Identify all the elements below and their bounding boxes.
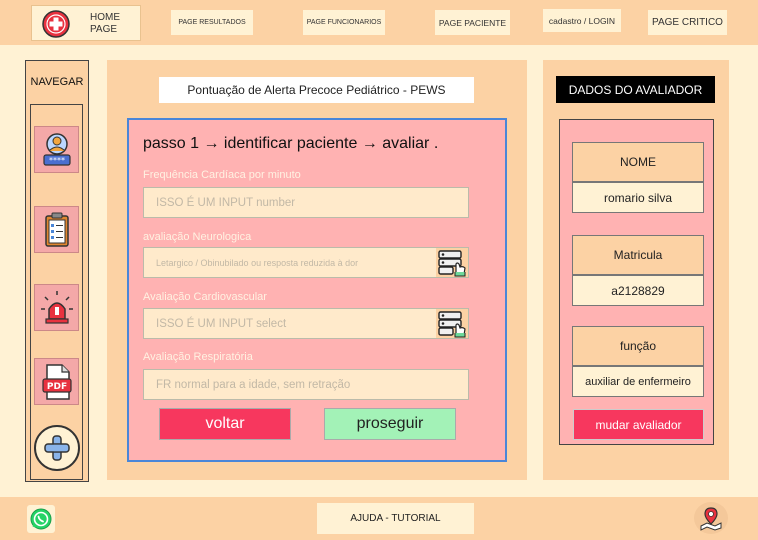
back-button[interactable]: voltar [159,408,291,440]
sidebar-title: NAVEGAR [26,61,88,103]
registration-label: Matricula [572,235,704,275]
bottom-bar: AJUDA - TUTORIAL [0,497,758,540]
role-value: auxiliar de enfermeiro [572,366,704,397]
plus-icon [44,435,70,461]
cardio-select-value: ISSO É UM INPUT select [156,317,287,330]
sidebar-item-user[interactable]: **** [34,126,79,173]
help-tutorial-button[interactable]: AJUDA - TUTORIAL [317,503,474,534]
whatsapp-button[interactable] [27,505,55,533]
sidebar-item-add[interactable] [34,425,80,471]
next-button[interactable]: proseguir [324,408,456,440]
neuro-label: avaliação Neurologica [143,231,252,243]
home-label-line1: HOME [90,12,120,23]
evaluator-title: DADOS DO AVALIADOR [556,76,715,103]
name-value: romario silva [572,182,704,213]
cardio-select[interactable]: ISSO É UM INPUT select [143,308,469,339]
user-password-icon: **** [42,132,71,166]
main-panel: Pontuação de Alerta Precoce Pediátrico -… [107,60,527,480]
medical-cross-icon [42,10,70,38]
change-evaluator-button[interactable]: mudar avaliador [573,409,704,440]
home-page-button[interactable]: HOME PAGE [31,5,141,41]
heart-rate-input[interactable]: ISSO É UM INPUT number [143,187,469,218]
clipboard-icon [44,212,69,247]
sidebar: NAVEGAR **** PDF [25,60,89,482]
sidebar-item-alarm[interactable] [34,284,79,331]
sidebar-item-pdf[interactable]: PDF [34,358,79,405]
registration-value: a2128829 [572,275,704,306]
pdf-icon: PDF [41,363,72,400]
alarm-siren-icon [40,290,73,324]
server-click-icon[interactable] [436,248,468,277]
map-pin-icon [700,507,722,531]
step-indicator: passo 1 → identificar paciente → avaliar… [143,135,439,152]
sidebar-menu: **** PDF [30,104,83,480]
server-click-icon[interactable] [436,309,468,338]
sidebar-item-clipboard[interactable] [34,206,79,253]
nav-page-resultados[interactable]: PAGE RESULTADOS [171,10,253,35]
location-button[interactable] [694,502,728,534]
evaluator-panel: DADOS DO AVALIADOR NOME romario silva Ma… [543,60,729,480]
nav-cadastro-login[interactable]: cadastro / LOGIN [543,9,621,32]
whatsapp-icon [30,508,52,530]
nav-page-paciente[interactable]: PAGE PACIENTE [435,10,510,35]
neuro-select[interactable]: Letargico / Obinubilado ou resposta redu… [143,247,469,278]
heart-rate-label: Frequência Cardíaca por minuto [143,169,301,181]
page-title: Pontuação de Alerta Precoce Pediátrico -… [159,77,474,103]
home-label-line2: PAGE [90,24,118,35]
svg-text:****: **** [49,156,65,165]
respiratory-label: Avaliação Respiratória [143,351,253,363]
evaluator-card: NOME romario silva Matricula a2128829 fu… [559,119,714,445]
pews-form: passo 1 → identificar paciente → avaliar… [127,118,507,462]
svg-text:PDF: PDF [46,382,66,392]
respiratory-input[interactable]: FR normal para a idade, sem retração [143,369,469,400]
name-label: NOME [572,142,704,182]
role-label: função [572,326,704,366]
top-bar: HOME PAGE PAGE RESULTADOS PAGE FUNCIONAR… [0,0,758,45]
nav-page-critico[interactable]: PAGE CRITICO [648,10,727,35]
neuro-select-value: Letargico / Obinubilado ou resposta redu… [156,257,359,268]
cardio-label: Avaliação Cardiovascular [143,291,267,303]
nav-page-funcionarios[interactable]: PAGE FUNCIONARIOS [303,10,385,35]
